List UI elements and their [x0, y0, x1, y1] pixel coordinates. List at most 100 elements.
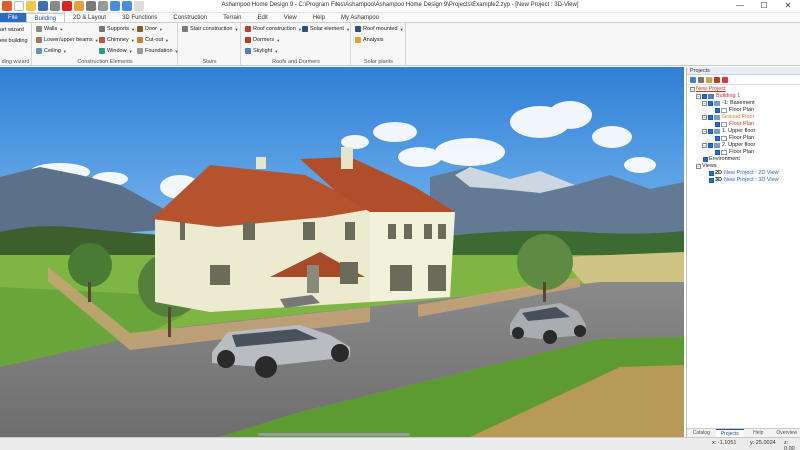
- visibility-checkbox[interactable]: [708, 143, 713, 148]
- maximize-button[interactable]: ☐: [752, 0, 776, 12]
- walls-button[interactable]: Walls ▼: [36, 26, 63, 32]
- tree-label-ground-plan: Floor Plan: [729, 121, 755, 127]
- ceiling-icon: [36, 48, 42, 54]
- tab-terrain[interactable]: Terrain: [215, 13, 249, 22]
- visibility-checkbox[interactable]: [715, 150, 720, 155]
- lower-upper-beams-button[interactable]: Lower/upper beams ▼: [36, 37, 99, 43]
- collapse-icon[interactable]: −: [702, 143, 707, 148]
- tree-label-upper1: 1. Upper floor: [722, 128, 756, 134]
- tab-edit[interactable]: Edit: [249, 13, 275, 22]
- viewport-scrollbar[interactable]: [258, 433, 410, 436]
- collapse-icon[interactable]: −: [702, 101, 707, 106]
- tree-item-upper2-plan[interactable]: Floor Plan: [687, 149, 800, 156]
- collapse-icon[interactable]: −: [696, 94, 701, 99]
- tree-item-upper1-plan[interactable]: Floor Plan: [687, 135, 800, 142]
- tab-help-panel[interactable]: Help: [744, 429, 773, 437]
- tree-label-upper1-plan: Floor Plan: [729, 135, 755, 141]
- chevron-down-icon: ▼: [276, 37, 281, 43]
- 3d-scene: [0, 67, 684, 437]
- layers-icon[interactable]: [698, 77, 704, 83]
- ceiling-button[interactable]: Ceiling ▼: [36, 48, 67, 54]
- cut-out-button[interactable]: Cut-out ▼: [137, 37, 169, 43]
- tree-label-building: Building 1: [716, 93, 741, 99]
- coord-x: x: -1.1051: [712, 440, 737, 446]
- tab-construction[interactable]: Construction: [165, 13, 215, 22]
- delete-level-icon[interactable]: [714, 77, 720, 83]
- start-wizard-button[interactable]: art wizard: [0, 27, 24, 33]
- 3d-viewport[interactable]: [0, 67, 684, 437]
- stairs-icon: [182, 26, 188, 32]
- collapse-icon[interactable]: −: [702, 115, 707, 120]
- tab-building[interactable]: Building: [25, 13, 66, 22]
- skylight-button[interactable]: Skylight ▼: [245, 48, 278, 54]
- visibility-checkbox[interactable]: [708, 129, 713, 134]
- visibility-checkbox[interactable]: [715, 122, 720, 127]
- stair-construction-button[interactable]: Stair construction ▼: [182, 26, 238, 32]
- start-wizard-label: art wizard: [0, 27, 24, 33]
- window-button[interactable]: Window ▼: [99, 48, 133, 54]
- solar-element-button[interactable]: Solar element ▼: [302, 26, 350, 32]
- tree-item-ground-floor[interactable]: − Ground Floor: [687, 114, 800, 121]
- collapse-icon[interactable]: −: [696, 164, 701, 169]
- close-button[interactable]: ✕: [776, 0, 800, 12]
- tree-item-view-3d[interactable]: 3D New Project : 3D View: [687, 177, 800, 184]
- collapse-icon[interactable]: −: [702, 129, 707, 134]
- chimney-button[interactable]: Chimney ▼: [99, 37, 135, 43]
- tab-2d-layout[interactable]: 2D & Layout: [65, 13, 114, 22]
- cut-out-label: Cut-out: [145, 37, 164, 43]
- checkmark-icon[interactable]: [690, 77, 696, 83]
- tree-item-upper1[interactable]: − 1. Upper floor: [687, 128, 800, 135]
- tree-item-view-2d[interactable]: 2D New Project : 2D View: [687, 170, 800, 177]
- tree-item-environment[interactable]: Environment: [687, 156, 800, 163]
- add-level-icon[interactable]: [706, 77, 712, 83]
- tab-catalog[interactable]: Catalog: [687, 429, 716, 437]
- tab-help[interactable]: Help: [305, 13, 333, 22]
- visibility-checkbox[interactable]: [709, 171, 714, 176]
- visibility-checkbox[interactable]: [702, 94, 707, 99]
- properties-icon[interactable]: [722, 77, 728, 83]
- tree-label-upper2-plan: Floor Plan: [729, 149, 755, 155]
- visibility-checkbox[interactable]: [708, 115, 713, 120]
- roof-mounted-button[interactable]: Roof mounted ▼: [355, 26, 404, 32]
- supports-button[interactable]: Supports ▼: [99, 26, 135, 32]
- roof-construction-button[interactable]: Roof construction ▼: [245, 26, 302, 32]
- tree-item-upper2[interactable]: − 2. Upper floor: [687, 142, 800, 149]
- dormers-button[interactable]: Dormers ▼: [245, 37, 280, 43]
- tab-my-ashampoo[interactable]: My Ashampoo: [333, 13, 387, 22]
- level-icon: [714, 129, 720, 134]
- chevron-down-icon: ▼: [234, 26, 239, 32]
- tab-3d-functions[interactable]: 3D Functions: [114, 13, 165, 22]
- floor-plan-icon: [721, 108, 727, 113]
- foundation-label: Foundation: [145, 48, 173, 54]
- tree-label-environment: Environment: [709, 156, 740, 162]
- visibility-checkbox[interactable]: [708, 101, 713, 106]
- level-icon: [714, 115, 720, 120]
- visibility-checkbox[interactable]: [703, 157, 708, 162]
- chevron-down-icon: ▼: [158, 26, 163, 32]
- tab-overview[interactable]: Overview: [773, 429, 800, 437]
- tree-label-basement-plan: Floor Plan: [729, 107, 755, 113]
- coord-z: z: 0.00: [784, 440, 795, 450]
- tree-item-building[interactable]: − Building 1: [687, 93, 800, 100]
- window-title: Ashampoo Home Design 9 - C:\Program File…: [221, 2, 579, 8]
- tree-item-basement[interactable]: − -1: Basement: [687, 100, 800, 107]
- tree-label-ground-floor: Ground Floor: [722, 114, 755, 120]
- tab-projects[interactable]: Projects: [715, 429, 744, 437]
- tree-item-views[interactable]: − Views: [687, 163, 800, 170]
- analysis-button[interactable]: Analysis: [355, 37, 383, 43]
- door-button[interactable]: Door ▼: [137, 26, 163, 32]
- chevron-down-icon: ▼: [165, 37, 170, 43]
- tree-item-ground-plan[interactable]: Floor Plan: [687, 121, 800, 128]
- tab-file[interactable]: File: [0, 13, 26, 22]
- visibility-checkbox[interactable]: [715, 108, 720, 113]
- minimize-button[interactable]: —: [728, 0, 752, 12]
- visibility-checkbox[interactable]: [709, 178, 714, 183]
- collapse-icon[interactable]: −: [690, 87, 695, 92]
- foundation-icon: [137, 48, 143, 54]
- tree-item-basement-plan[interactable]: Floor Plan: [687, 107, 800, 114]
- foundation-button[interactable]: Foundation ▼: [137, 48, 179, 54]
- tab-view[interactable]: View: [276, 13, 305, 22]
- new-building-button[interactable]: ew building: [0, 38, 28, 44]
- tree-item-project[interactable]: − New Project: [687, 86, 800, 93]
- visibility-checkbox[interactable]: [715, 136, 720, 141]
